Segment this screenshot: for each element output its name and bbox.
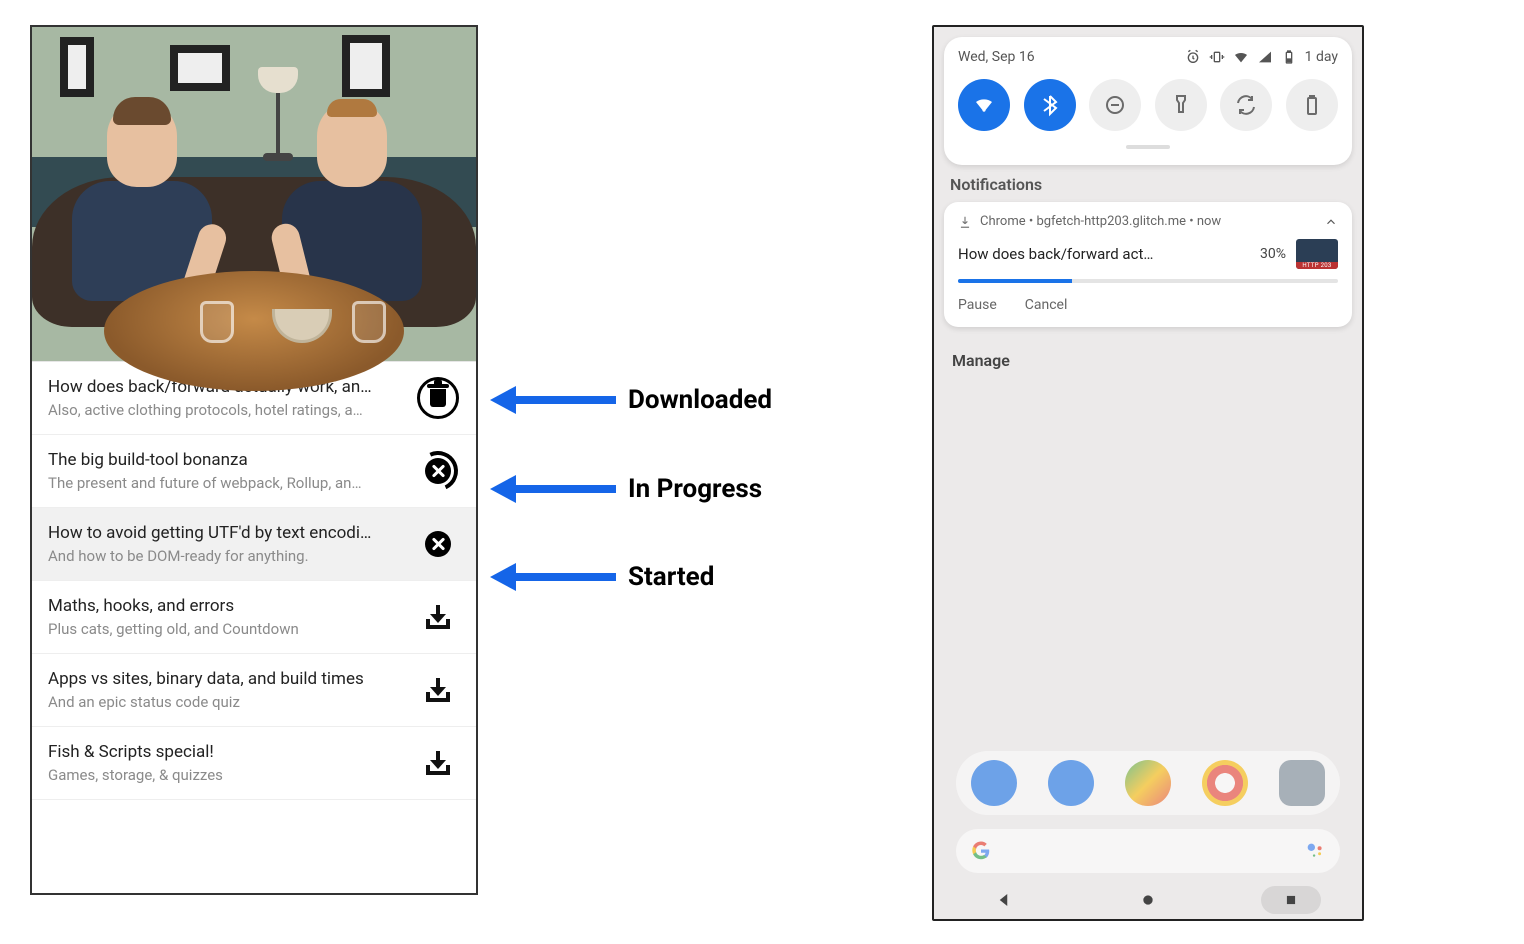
callout-in-progress: In Progress: [490, 474, 762, 504]
qs-rotate-toggle[interactable]: [1220, 79, 1272, 131]
phone-app-icon[interactable]: [971, 760, 1017, 806]
chevron-up-icon[interactable]: [1324, 215, 1338, 229]
google-search-bar[interactable]: [956, 829, 1340, 873]
episode-subtitle: Plus cats, getting old, and Countdown: [48, 620, 406, 638]
google-g-icon: [970, 840, 992, 862]
callout-started: Started: [490, 562, 714, 592]
hero-episode-image: [32, 27, 476, 362]
nav-recents-button[interactable]: [1261, 886, 1321, 914]
episode-row[interactable]: The big build-tool bonanza The present a…: [32, 435, 476, 508]
quick-settings-handle[interactable]: [1126, 145, 1170, 149]
episode-subtitle: Games, storage, & quizzes: [48, 766, 406, 784]
battery-text: 1 day: [1305, 49, 1338, 65]
episode-row[interactable]: How to avoid getting UTF'd by text encod…: [32, 508, 476, 581]
qs-flashlight-toggle[interactable]: [1155, 79, 1207, 131]
arrow-left-icon: [490, 475, 516, 503]
callout-downloaded: Downloaded: [490, 385, 772, 415]
quick-settings-panel[interactable]: Wed, Sep 16 1 day: [944, 37, 1352, 165]
download-button[interactable]: [416, 668, 460, 712]
cancel-download-button[interactable]: [416, 449, 460, 493]
callout-label: Started: [628, 562, 714, 592]
qs-dnd-toggle[interactable]: [1089, 79, 1141, 131]
messages-app-icon[interactable]: [1048, 760, 1094, 806]
qs-wifi-toggle[interactable]: [958, 79, 1010, 131]
battery-icon: [1281, 49, 1297, 65]
status-icons: 1 day: [1185, 49, 1338, 65]
episode-title: The big build-tool bonanza: [48, 450, 406, 470]
podcast-app-panel: How does back/forward actually work, an……: [30, 25, 478, 895]
episode-subtitle: And an epic status code quiz: [48, 693, 406, 711]
trash-icon: [417, 377, 459, 419]
chrome-app-icon[interactable]: [1202, 760, 1248, 806]
manage-notifications-button[interactable]: Manage: [952, 351, 1344, 370]
play-store-app-icon[interactable]: [1125, 760, 1171, 806]
episode-row[interactable]: Fish & Scripts special! Games, storage, …: [32, 727, 476, 800]
notification-pause-button[interactable]: Pause: [958, 297, 997, 313]
nav-back-button[interactable]: [975, 886, 1035, 914]
callout-label: Downloaded: [628, 385, 772, 415]
notification-title: How does back/forward act…: [958, 245, 1250, 263]
episode-subtitle: And how to be DOM-ready for anything.: [48, 547, 406, 565]
download-notification[interactable]: Chrome • bgfetch-http203.glitch.me • now…: [944, 202, 1352, 327]
download-icon: [426, 605, 450, 629]
android-nav-bar: [934, 881, 1362, 919]
alarm-icon: [1185, 49, 1201, 65]
vibrate-icon: [1209, 49, 1225, 65]
download-icon: [426, 678, 450, 702]
arrow-left-icon: [490, 386, 516, 414]
wifi-icon: [1233, 49, 1249, 65]
download-button[interactable]: [416, 741, 460, 785]
camera-app-icon[interactable]: [1279, 760, 1325, 806]
notifications-header: Notifications: [950, 175, 1346, 194]
notification-progress-bar: [958, 279, 1338, 283]
progress-spinner-icon: [418, 451, 458, 491]
episode-title: Fish & Scripts special!: [48, 742, 406, 762]
callout-label: In Progress: [628, 474, 762, 504]
qs-bluetooth-toggle[interactable]: [1024, 79, 1076, 131]
notification-cancel-button[interactable]: Cancel: [1025, 297, 1068, 313]
episode-subtitle: Also, active clothing protocols, hotel r…: [48, 401, 406, 419]
notification-thumbnail: [1296, 239, 1338, 269]
status-date: Wed, Sep 16: [958, 49, 1035, 65]
episode-title: Apps vs sites, binary data, and build ti…: [48, 669, 406, 689]
notification-progress-fill: [958, 279, 1072, 283]
download-button[interactable]: [416, 595, 460, 639]
notification-percent: 30%: [1260, 246, 1286, 262]
android-phone-frame: Wed, Sep 16 1 day Notific: [932, 25, 1364, 921]
download-icon: [958, 215, 972, 229]
assistant-icon: [1304, 840, 1326, 862]
cancel-download-button[interactable]: [416, 522, 460, 566]
arrow-left-icon: [490, 563, 516, 591]
episode-subtitle: The present and future of webpack, Rollu…: [48, 474, 406, 492]
download-icon: [426, 751, 450, 775]
notification-source: Chrome • bgfetch-http203.glitch.me • now: [980, 214, 1221, 229]
episode-title: How to avoid getting UTF'd by text encod…: [48, 523, 406, 543]
episode-row[interactable]: Apps vs sites, binary data, and build ti…: [32, 654, 476, 727]
home-dock: [956, 751, 1340, 815]
qs-battery-saver-toggle[interactable]: [1286, 79, 1338, 131]
cancel-icon: [425, 531, 451, 557]
episode-row[interactable]: Maths, hooks, and errors Plus cats, gett…: [32, 581, 476, 654]
episode-list: How does back/forward actually work, an……: [32, 362, 476, 800]
cell-signal-icon: [1257, 49, 1273, 65]
episode-title: Maths, hooks, and errors: [48, 596, 406, 616]
delete-download-button[interactable]: [416, 376, 460, 420]
nav-home-button[interactable]: [1118, 886, 1178, 914]
